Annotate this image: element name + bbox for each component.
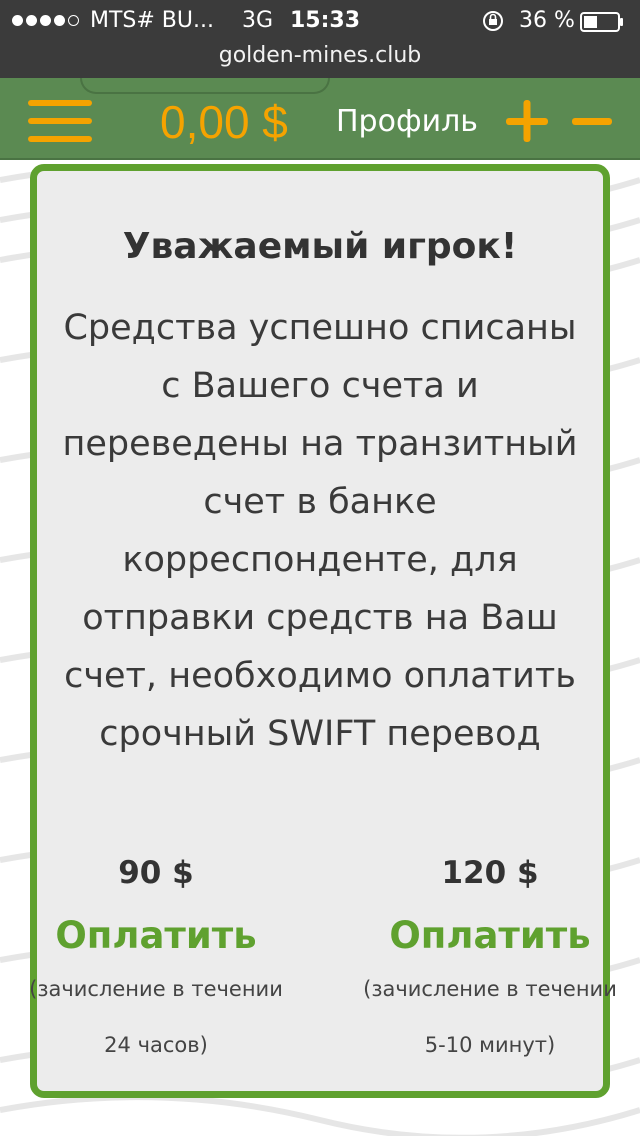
dialog-title: Уважаемый игрок!: [122, 226, 518, 267]
option-note-duration: 5-10 минут): [424, 1033, 556, 1057]
option-note: (зачисление в течении: [363, 977, 617, 1001]
address-bar-url[interactable]: golden-mines.club: [0, 40, 640, 72]
balance-display: 0,00 $: [160, 96, 288, 148]
pay-button-standard[interactable]: Оплатить: [13, 911, 299, 961]
dialog-message: Средства успешно списаны с Вашего счета …: [62, 308, 578, 754]
profile-link[interactable]: Профиль: [336, 100, 478, 144]
battery-percentage: 36 %: [519, 8, 575, 33]
payment-option-express: 120 $ Оплатить (зачисление в течении 5-1…: [347, 851, 633, 1059]
status-time: 15:33: [290, 8, 361, 33]
minus-icon[interactable]: [572, 100, 612, 142]
plus-icon[interactable]: [506, 100, 548, 142]
rotation-lock-icon: [483, 11, 503, 31]
signal-strength-icon: [12, 15, 79, 27]
carrier-name: MTS# BU...: [90, 8, 214, 33]
status-row: MTS# BU... 3G 15:33 36 %: [0, 6, 640, 36]
option-note-duration: 24 часов): [104, 1033, 208, 1057]
option-price: 120 $: [441, 855, 539, 891]
payment-option-standard: 90 $ Оплатить (зачисление в течении 24 ч…: [13, 851, 299, 1059]
status-bar: MTS# BU... 3G 15:33 36 % golden-mines.cl…: [0, 0, 640, 78]
battery-icon: [580, 12, 623, 32]
option-note: (зачисление в течении: [29, 977, 283, 1001]
payment-dialog: Уважаемый игрок! Средства успешно списан…: [29, 164, 617, 1098]
hamburger-icon[interactable]: [28, 100, 92, 144]
pay-button-express[interactable]: Оплатить: [347, 911, 633, 961]
network-type: 3G: [242, 8, 274, 33]
option-price: 90 $: [118, 855, 194, 891]
